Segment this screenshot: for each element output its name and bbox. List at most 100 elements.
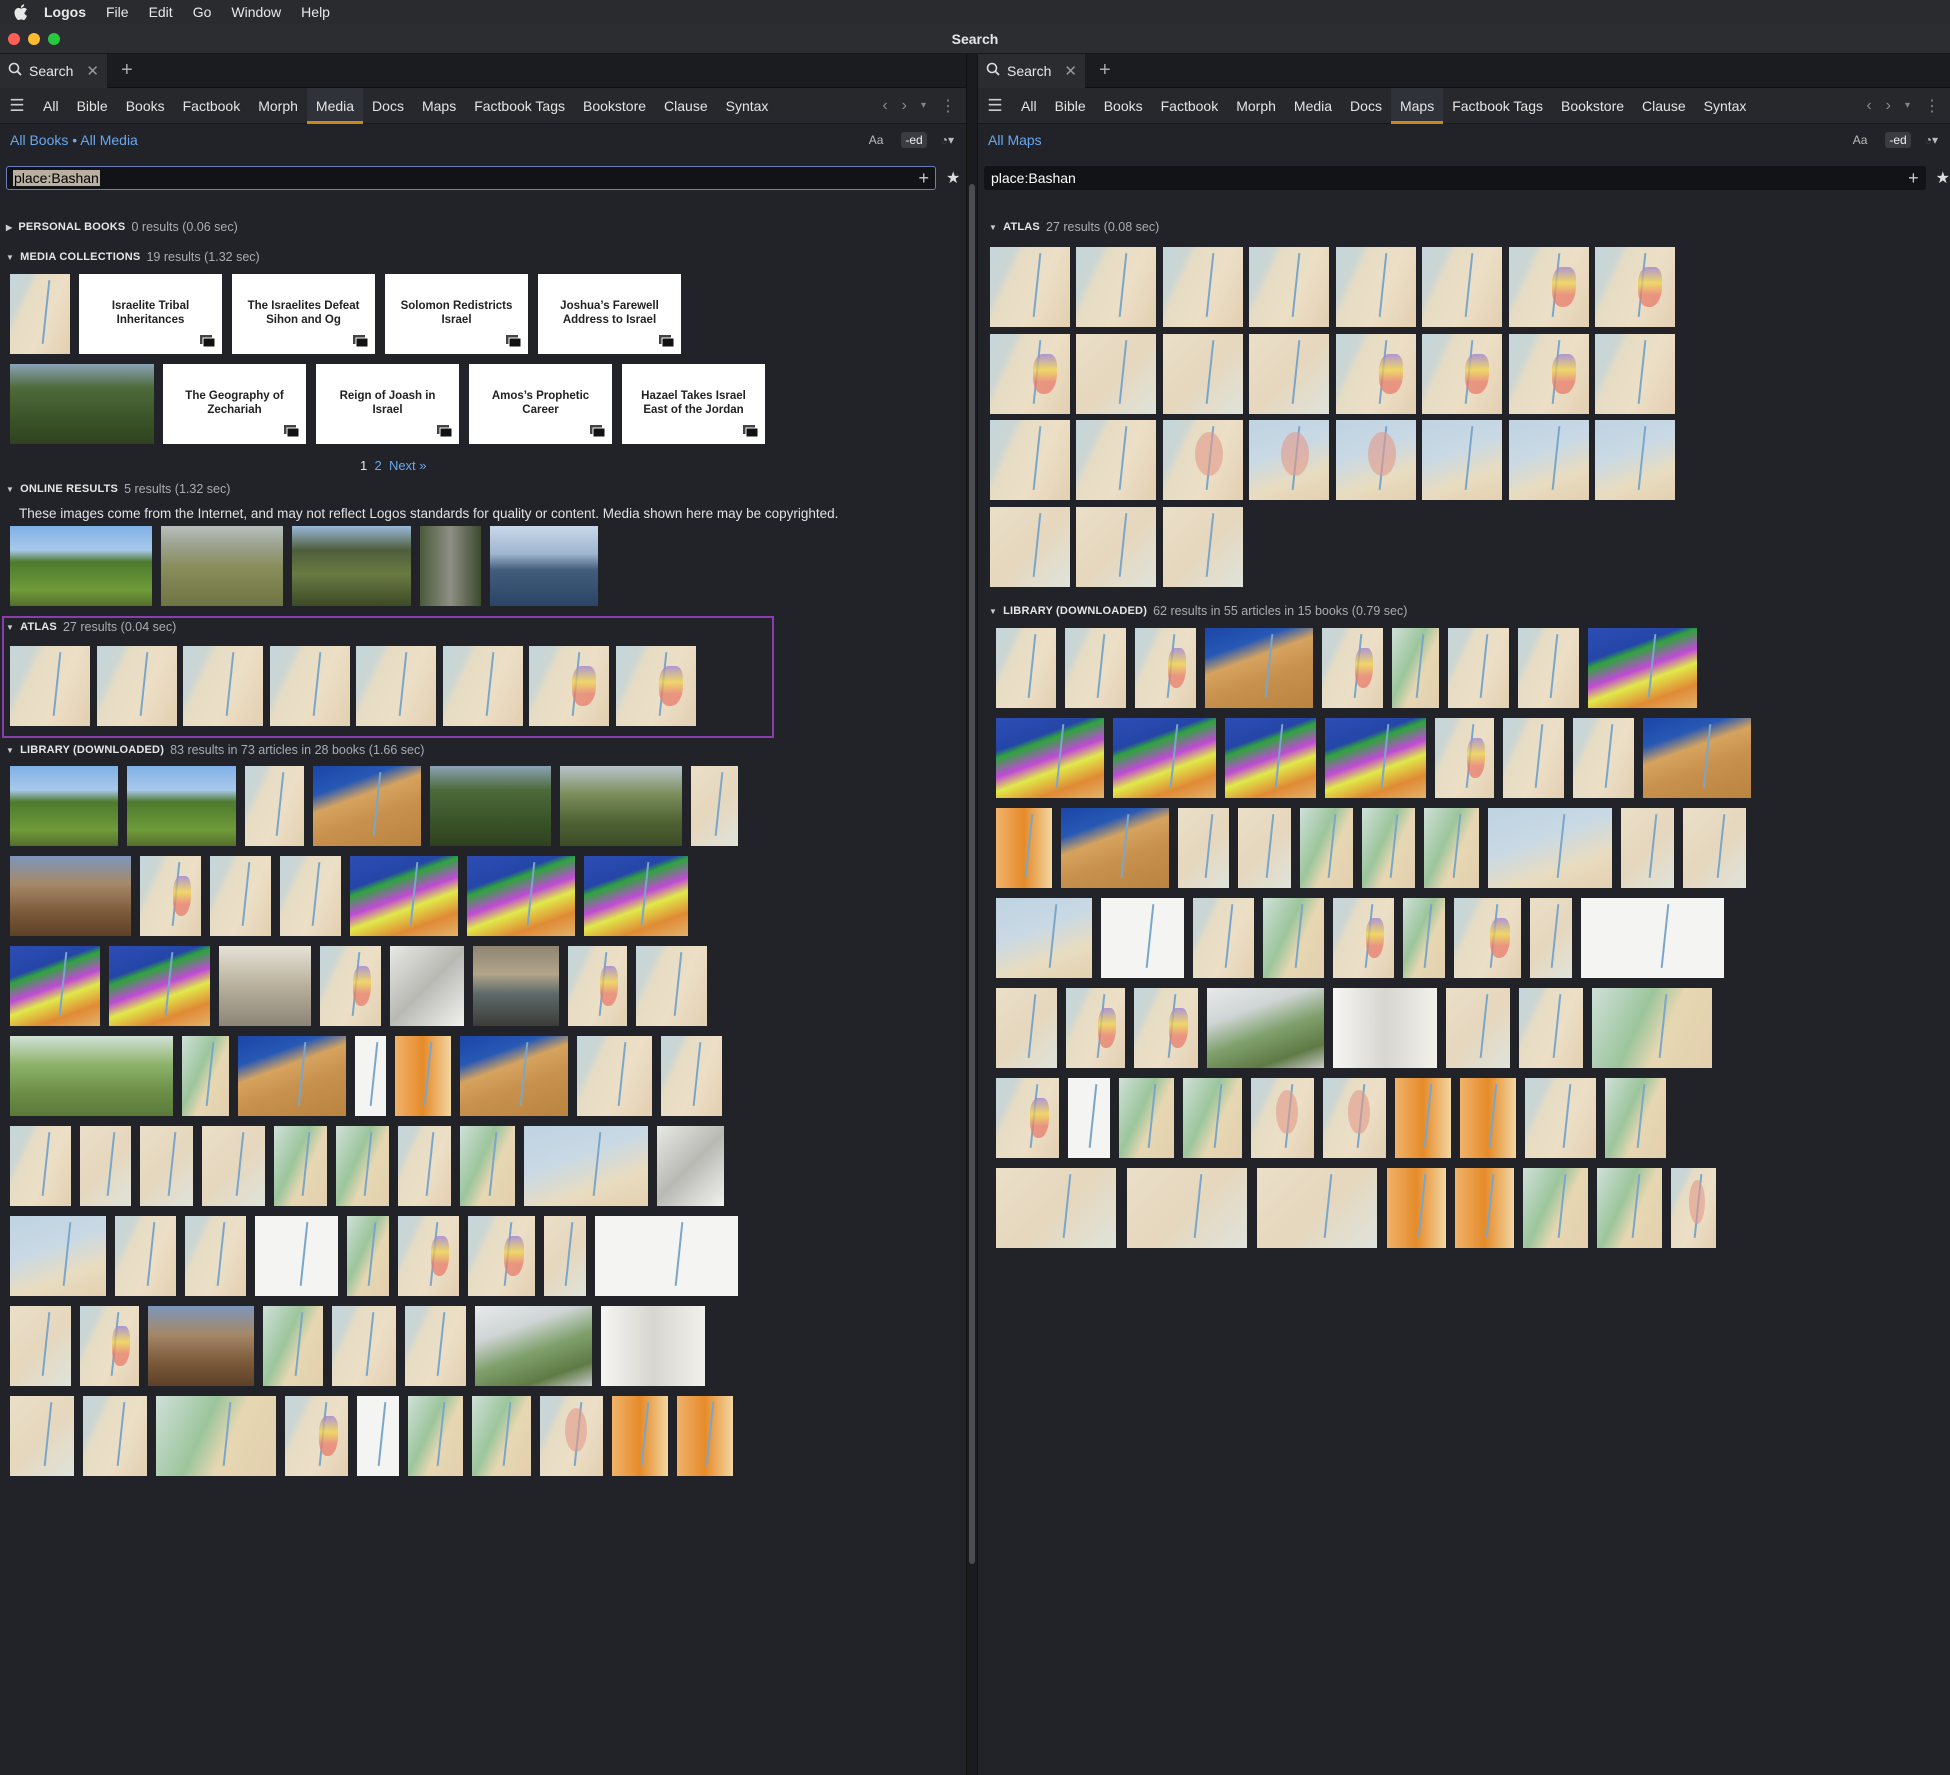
library-image[interactable] [10,946,100,1026]
tab-bible[interactable]: Bible [68,88,117,124]
atlas-map[interactable] [1249,420,1329,500]
atlas-map[interactable] [1163,420,1243,500]
atlas-map[interactable] [1163,247,1243,327]
library-map[interactable] [1257,1168,1377,1248]
favorite-star-icon[interactable]: ★ [946,168,960,188]
library-map[interactable] [1597,1168,1662,1248]
library-map[interactable] [1460,1078,1516,1158]
menu-edit[interactable]: Edit [149,4,173,20]
library-image[interactable] [313,766,421,846]
library-image[interactable] [467,856,575,936]
atlas-map[interactable] [616,646,696,726]
library-map[interactable] [1581,898,1724,978]
library-map[interactable] [1322,628,1383,708]
tab-books[interactable]: Books [1095,88,1152,124]
search-input[interactable]: place:Bashan + [6,166,936,190]
tab-morph[interactable]: Morph [1227,88,1285,124]
library-image[interactable] [10,1216,106,1296]
library-image[interactable] [156,1396,276,1476]
library-image[interactable] [560,766,682,846]
tab-media[interactable]: Media [1285,88,1341,124]
library-image[interactable] [10,1396,74,1476]
dropdown-icon[interactable]: ▾ [921,100,926,111]
close-icon[interactable]: ✕ [86,62,99,80]
library-image[interactable] [601,1306,705,1386]
tab-docs[interactable]: Docs [363,88,413,124]
tab-factbook[interactable]: Factbook [174,88,250,124]
tab-maps[interactable]: Maps [413,88,465,124]
library-image[interactable] [577,1036,652,1116]
library-image[interactable] [148,1306,254,1386]
library-image[interactable] [584,856,688,936]
library-map[interactable] [1525,1078,1596,1158]
atlas-map[interactable] [1249,334,1329,414]
tab-bookstore[interactable]: Bookstore [574,88,655,124]
library-image[interactable] [524,1126,648,1206]
atlas-map[interactable] [1422,247,1502,327]
atlas-map[interactable] [990,507,1070,587]
atlas-map[interactable] [1336,247,1416,327]
tab-factbook[interactable]: Factbook [1152,88,1228,124]
tab-bookstore[interactable]: Bookstore [1552,88,1633,124]
library-image[interactable] [657,1126,724,1206]
atlas-map[interactable] [1076,420,1156,500]
atlas-map[interactable] [270,646,350,726]
library-map[interactable] [1119,1078,1174,1158]
hamburger-menu-icon[interactable]: ☰ [0,96,34,116]
tab-clause[interactable]: Clause [655,88,717,124]
library-image[interactable] [210,856,271,936]
library-image[interactable] [202,1126,265,1206]
library-image[interactable] [185,1216,246,1296]
more-options-icon[interactable]: ⋮ [1924,96,1940,116]
tab-all[interactable]: All [34,88,68,124]
library-map[interactable] [1435,718,1494,798]
atlas-map[interactable] [1336,334,1416,414]
atlas-map[interactable] [1509,334,1589,414]
library-map[interactable] [1193,898,1254,978]
library-image[interactable] [263,1306,323,1386]
library-map[interactable] [1488,808,1612,888]
atlas-map[interactable] [1422,334,1502,414]
back-arrow-icon[interactable]: ‹ [882,97,887,115]
new-tab-plus-icon[interactable]: + [1099,59,1111,82]
section-atlas[interactable]: ▼ ATLAS 27 results (0.08 sec) [989,220,1159,234]
library-map[interactable] [1503,718,1564,798]
library-map[interactable] [1135,628,1196,708]
library-map[interactable] [1573,718,1634,798]
back-arrow-icon[interactable]: ‹ [1866,97,1871,115]
library-map[interactable] [1588,628,1697,708]
library-map[interactable] [1207,988,1324,1068]
match-forms-toggle[interactable]: -ed [901,132,927,148]
close-icon[interactable]: ✕ [1064,62,1077,80]
atlas-map[interactable] [1422,420,1502,500]
library-image[interactable] [336,1126,389,1206]
left-panel-scrollbar[interactable] [969,184,975,1564]
tab-maps[interactable]: Maps [1390,87,1444,124]
library-image[interactable] [350,856,458,936]
library-map[interactable] [996,898,1092,978]
library-map[interactable] [1523,1168,1588,1248]
library-map[interactable] [996,1078,1059,1158]
library-image[interactable] [475,1306,592,1386]
library-map[interactable] [1519,988,1583,1068]
library-map[interactable] [1065,628,1126,708]
forward-arrow-icon[interactable]: › [1886,97,1891,115]
new-tab-plus-icon[interactable]: + [121,59,133,82]
library-image[interactable] [10,1126,71,1206]
library-map[interactable] [996,718,1104,798]
atlas-map[interactable] [443,646,523,726]
library-image[interactable] [127,766,236,846]
library-image[interactable] [80,1126,131,1206]
library-image[interactable] [10,1306,71,1386]
tab-factbook-tags[interactable]: Factbook Tags [465,88,574,124]
library-image[interactable] [636,946,707,1026]
library-map[interactable] [1325,718,1426,798]
library-image[interactable] [140,1126,193,1206]
tab-books[interactable]: Books [117,88,174,124]
library-map[interactable] [1300,808,1353,888]
section-library[interactable]: ▼ LIBRARY (DOWNLOADED) 83 results in 73 … [6,743,424,757]
library-map[interactable] [1395,1078,1451,1158]
library-map[interactable] [1403,898,1445,978]
atlas-map[interactable] [1249,247,1329,327]
library-map[interactable] [1205,628,1313,708]
